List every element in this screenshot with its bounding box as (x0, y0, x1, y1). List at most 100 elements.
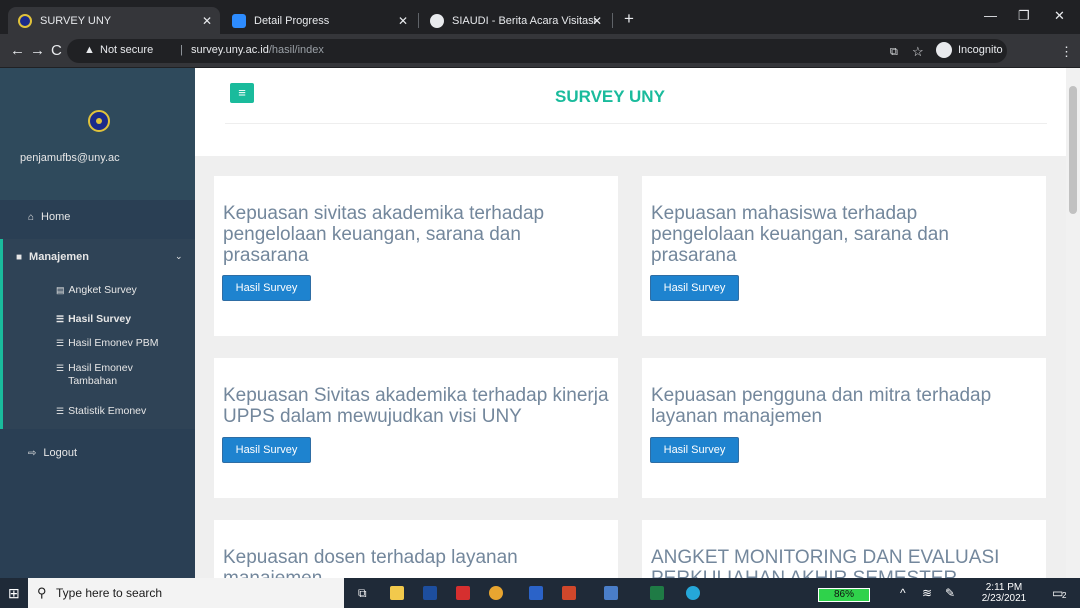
page-viewport: penjamufbs@uny.ac ⌂ Home ■ Manajemen ⌄ ▤… (0, 68, 1080, 578)
incognito-icon (936, 42, 952, 58)
close-tab-icon[interactable]: ✕ (592, 14, 602, 28)
close-tab-icon[interactable]: ✕ (202, 14, 212, 28)
tab-label: SURVEY UNY (40, 14, 112, 27)
survey-card: Kepuasan dosen terhadap layanan manajeme… (214, 520, 618, 578)
browser-toolbar: ← → C ▲ Not secure | survey.uny.ac.id/ha… (0, 34, 1080, 68)
scrollbar[interactable] (1066, 68, 1080, 578)
clock[interactable]: 2:11 PM 2/23/2021 (974, 582, 1034, 604)
not-secure-label[interactable]: Not secure (100, 44, 153, 57)
sidebar-item-label: Hasil Survey (68, 313, 132, 325)
survey-card: Kepuasan sivitas akademika terhadap peng… (214, 176, 618, 336)
page-title: SURVEY UNY (555, 87, 665, 106)
list-icon: ☰ (56, 363, 65, 373)
tab-siaudi[interactable]: SIAUDI - Berita Acara Visitasi ✕ (420, 7, 610, 34)
close-window-icon[interactable]: ✕ (1054, 8, 1065, 24)
card-title: Kepuasan dosen terhadap layanan manajeme… (223, 547, 518, 578)
clock-date: 2/23/2021 (981, 593, 1027, 604)
card-title: Kepuasan pengguna dan mitra terhadap lay… (651, 385, 992, 427)
notification-count: 2 (1062, 591, 1067, 600)
profile-panel: penjamufbs@uny.ac (0, 68, 195, 200)
search-icon: ⚲ (37, 585, 47, 600)
edge-icon[interactable] (686, 586, 700, 600)
windows-start-icon[interactable]: ⊞ (8, 586, 20, 600)
app-icon[interactable] (604, 586, 618, 600)
new-tab-icon[interactable]: + (624, 10, 634, 27)
scrollbar-thumb[interactable] (1069, 86, 1077, 214)
app-favicon-icon (232, 13, 246, 28)
hasil-survey-button[interactable]: Hasil Survey (222, 437, 311, 463)
star-icon[interactable]: ☆ (912, 44, 924, 59)
sidebar-item-hasil-emonev-tambahan[interactable]: ☰ Hasil Emonev Tambahan (56, 362, 176, 388)
pen-icon[interactable]: ✎ (945, 586, 955, 600)
clock-time: 2:11 PM (985, 582, 1023, 593)
url-separator: | (180, 44, 183, 56)
sidebar-item-manajemen[interactable]: ■ Manajemen (16, 251, 89, 263)
hasil-survey-button[interactable]: Hasil Survey (650, 437, 739, 463)
top-nav: ≡ SURVEY UNY (195, 68, 1066, 156)
survey-card: ANGKET MONITORING DAN EVALUASI PERKULIAH… (642, 520, 1046, 578)
file-explorer-icon[interactable] (390, 586, 404, 600)
taskbar-search[interactable]: ⚲ Type here to search (28, 578, 344, 608)
sidebar-item-statistik-emonev[interactable]: ☰ Statistik Emonev (56, 405, 146, 418)
restore-icon[interactable]: ❐ (1018, 8, 1030, 24)
logout-icon: ⇨ (28, 447, 37, 459)
tab-detail-progress[interactable]: Detail Progress ✕ (222, 7, 416, 34)
wifi-icon[interactable]: ≋ (922, 586, 932, 600)
briefcase-icon: ■ (16, 251, 23, 263)
close-tab-icon[interactable]: ✕ (398, 14, 408, 28)
sidebar-item-angket-survey[interactable]: ▤ Angket Survey (56, 284, 137, 297)
url-text[interactable]: survey.uny.ac.id/hasil/index (191, 44, 324, 57)
survey-card: Kepuasan mahasiswa terhadap pengelolaan … (642, 176, 1046, 336)
chevron-up-icon[interactable]: ^ (900, 586, 906, 600)
sidebar-item-home[interactable]: ⌂ Home (28, 211, 70, 223)
sidebar-item-hasil-survey[interactable]: ☰ Hasil Survey (56, 313, 131, 326)
translate-icon[interactable]: ⧉ (890, 45, 898, 60)
tab-survey-uny[interactable]: SURVEY UNY ✕ (8, 7, 220, 34)
sidebar-item-hasil-emonev-pbm[interactable]: ☰ Hasil Emonev PBM (56, 337, 159, 350)
menu-kebab-icon[interactable]: ⋮ (1060, 44, 1073, 59)
sidebar-item-label: Logout (43, 447, 78, 459)
list-icon: ☰ (56, 314, 65, 324)
file-icon: ▤ (56, 285, 65, 295)
tab-strip: SURVEY UNY ✕ Detail Progress ✕ SIAUDI - … (0, 0, 1080, 34)
tab-divider (612, 13, 613, 28)
home-icon: ⌂ (28, 211, 35, 223)
incognito-label[interactable]: Incognito (958, 44, 1003, 57)
acrobat-icon[interactable] (456, 586, 470, 600)
tab-label: Detail Progress (254, 14, 330, 27)
taskbar: ⊞ ⚲ Type here to search ⧉ 86% ^ ≋ ✎ 2:11… (0, 578, 1080, 608)
survey-card: Kepuasan pengguna dan mitra terhadap lay… (642, 358, 1046, 498)
hasil-survey-button[interactable]: Hasil Survey (650, 275, 739, 301)
app-icon[interactable] (423, 586, 437, 600)
sidebar-item-label: Manajemen (29, 251, 89, 263)
forward-icon[interactable]: → (30, 43, 45, 58)
chrome-icon[interactable] (489, 586, 503, 600)
url-path: /hasil/index (268, 44, 324, 56)
user-email: penjamufbs@uny.ac (20, 152, 120, 164)
battery-indicator[interactable]: 86% (818, 588, 870, 602)
tab-label: SIAUDI - Berita Acara Visitasi (452, 14, 597, 27)
list-icon: ☰ (56, 338, 65, 348)
menu-toggle-button[interactable]: ≡ (230, 83, 254, 103)
sidebar-item-label: Home (41, 211, 71, 223)
warning-icon[interactable]: ▲ (84, 44, 95, 57)
uny-logo-icon (88, 110, 110, 132)
task-view-icon[interactable]: ⧉ (358, 586, 367, 601)
sidebar-item-logout[interactable]: ⇨ Logout (28, 447, 77, 459)
sidebar-item-label: Hasil Emonev PBM (68, 337, 159, 349)
back-icon[interactable]: ← (10, 43, 25, 58)
powerpoint-icon[interactable] (562, 586, 576, 600)
word-icon[interactable] (529, 586, 543, 600)
reload-icon[interactable]: C (51, 43, 62, 58)
sidebar-item-label: Hasil Emonev Tambahan (68, 362, 133, 387)
chevron-down-icon[interactable]: ⌄ (175, 251, 183, 262)
hasil-survey-button[interactable]: Hasil Survey (222, 275, 311, 301)
card-title: Kepuasan mahasiswa terhadap pengelolaan … (651, 203, 949, 266)
sidebar: penjamufbs@uny.ac ⌂ Home ■ Manajemen ⌄ ▤… (0, 68, 195, 578)
tab-divider (418, 13, 419, 28)
card-title: ANGKET MONITORING DAN EVALUASI PERKULIAH… (651, 547, 1000, 578)
uny-favicon-icon (18, 13, 32, 28)
minimize-icon[interactable]: — (984, 8, 997, 23)
excel-icon[interactable] (650, 586, 664, 600)
survey-card: Kepuasan Sivitas akademika terhadap kine… (214, 358, 618, 498)
